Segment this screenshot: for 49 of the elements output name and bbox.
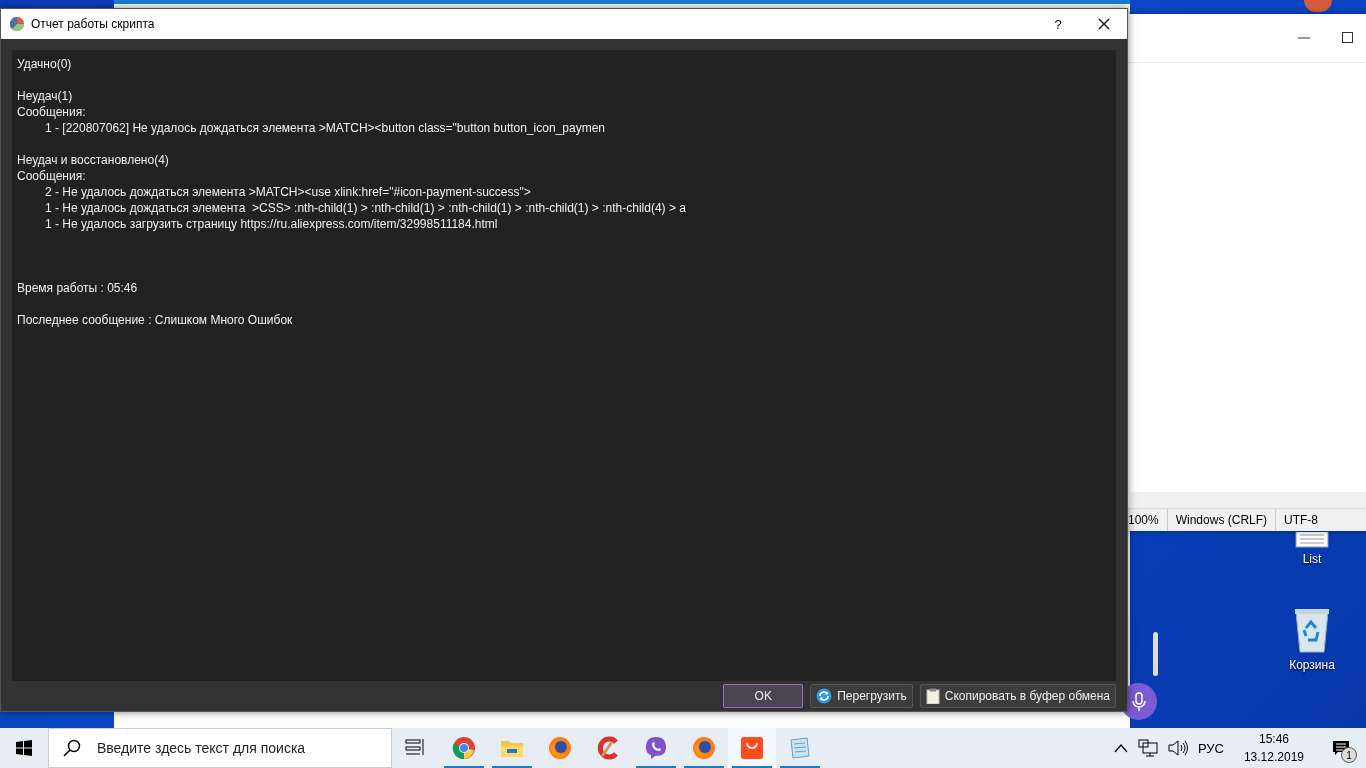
copy-button[interactable]: Скопировать в буфер обмена — [919, 684, 1116, 708]
icon-label: List — [1302, 552, 1322, 566]
report-text: Последнее сообщение : Слишком Много Ошибок — [17, 313, 293, 327]
refresh-icon[interactable] — [816, 688, 833, 704]
notification-count: 1 — [1341, 747, 1357, 763]
network-icon[interactable] — [1137, 739, 1158, 757]
chat-bubble-icon[interactable] — [644, 736, 668, 760]
report-text: Неудач и восстановлено(4) — [17, 153, 169, 167]
firefox-icon[interactable] — [692, 736, 716, 760]
search-box[interactable]: Введите здесь текст для поиска — [48, 728, 392, 768]
report-message: 2 - Не удалось дождаться элемента >MATCH><use xlink:href="#icon-payment-success"> — [45, 185, 531, 199]
shopping-bag-icon[interactable] — [740, 736, 764, 760]
clipboard-icon[interactable] — [925, 688, 940, 704]
ok-button[interactable]: OK — [723, 684, 804, 708]
chevron-up-icon[interactable] — [1113, 743, 1128, 753]
close-icon[interactable] — [1098, 18, 1110, 30]
report-text: Удачно(0) — [17, 57, 72, 71]
desktop-icon[interactable]: List — [1295, 532, 1329, 566]
status-text: UTF-8 — [1275, 509, 1327, 531]
taskbar-app[interactable] — [728, 728, 776, 768]
status-text: Windows (CRLF) — [1166, 509, 1276, 531]
speaker-icon[interactable] — [1167, 740, 1188, 756]
maximize-icon[interactable] — [1342, 32, 1354, 44]
report-message: 1 - [220807062] Не удалось дождаться элемента >MATCH><button class="button button_icon_paymen — [45, 121, 605, 135]
report-message: 1 - Не удалось дождаться элемента >CSS> :nth-child(1) > :nth-child(1) > :nth-child(1) > :nth-child(1) > :nth-child(4) > a — [45, 201, 686, 215]
help-button[interactable]: ? — [1035, 9, 1081, 39]
icon-label: Корзина — [1289, 658, 1335, 672]
clock[interactable]: 15:46 13.12.2019 — [1233, 730, 1314, 766]
windows-icon[interactable] — [16, 740, 32, 756]
report-text: Сообщения: — [17, 105, 86, 119]
document-icon[interactable] — [1295, 532, 1329, 548]
reload-button[interactable]: Перегрузить — [810, 684, 913, 708]
ccleaner-icon[interactable] — [596, 736, 620, 760]
status-text: 100% — [1127, 512, 1160, 529]
language-indicator[interactable]: РУС — [1197, 740, 1224, 756]
chrome-icon[interactable] — [452, 736, 476, 760]
window-title: Отчет работы скрипта — [31, 17, 156, 31]
desktop-icon[interactable]: Корзина — [1289, 606, 1335, 672]
report-text: Время работы : 05:46 — [17, 281, 138, 295]
report-message: 1 - Не удалось загрузить страницу https://ru.aliexpress.com/item/32998511184.html — [45, 217, 498, 231]
scrollbar[interactable] — [1153, 632, 1158, 676]
scrollbar[interactable] — [1130, 492, 1366, 508]
search-field[interactable]: Введите здесь текст для поиска — [95, 739, 389, 757]
microphone-icon[interactable] — [1131, 691, 1146, 712]
report-text: Сообщения: — [17, 169, 86, 183]
firefox-icon[interactable] — [548, 736, 572, 760]
search-icon — [63, 739, 81, 757]
report-text: Неудач(1) — [17, 89, 73, 103]
recycle-bin-icon[interactable] — [1292, 606, 1332, 654]
